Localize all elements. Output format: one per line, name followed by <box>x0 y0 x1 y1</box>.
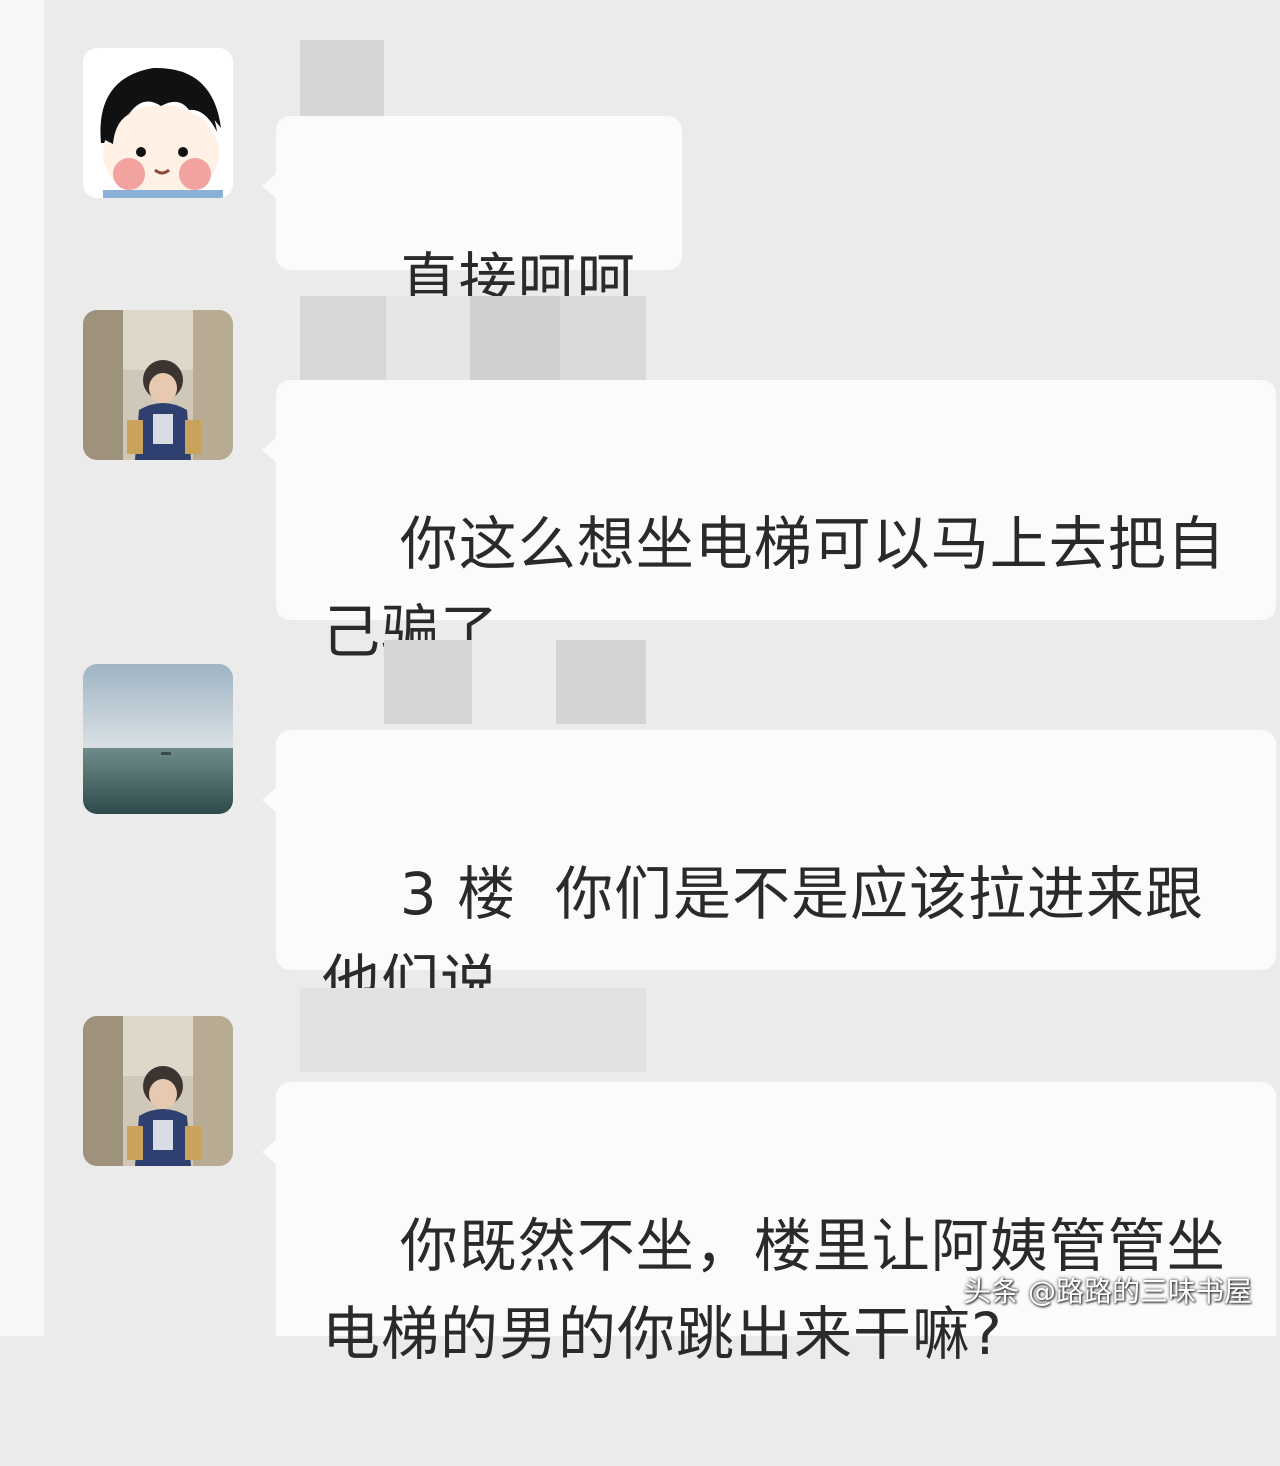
watermark: 头条 @路路的三味书屋 <box>963 1270 1252 1310</box>
blurred-username <box>300 988 646 1072</box>
sea-photo-avatar[interactable] <box>83 664 233 814</box>
blurred-username <box>300 40 386 124</box>
blurred-username <box>384 640 646 724</box>
child-photo-avatar[interactable] <box>83 1016 233 1166</box>
message-bubble[interactable]: 你这么想坐电梯可以马上去把自己骗了 <box>262 380 1276 666</box>
cartoon-boy-avatar[interactable] <box>83 48 233 198</box>
child-photo-avatar[interactable] <box>83 310 233 460</box>
message-bubble[interactable]: 3 楼 你们是不是应该拉进来跟他们说 <box>262 730 1276 1016</box>
blurred-username <box>300 296 650 380</box>
message-bubble[interactable]: 直接呵呵了 <box>262 116 682 402</box>
watermark-text: 头条 @路路的三味书屋 <box>963 1275 1252 1308</box>
left-edge-panel <box>0 0 44 1336</box>
